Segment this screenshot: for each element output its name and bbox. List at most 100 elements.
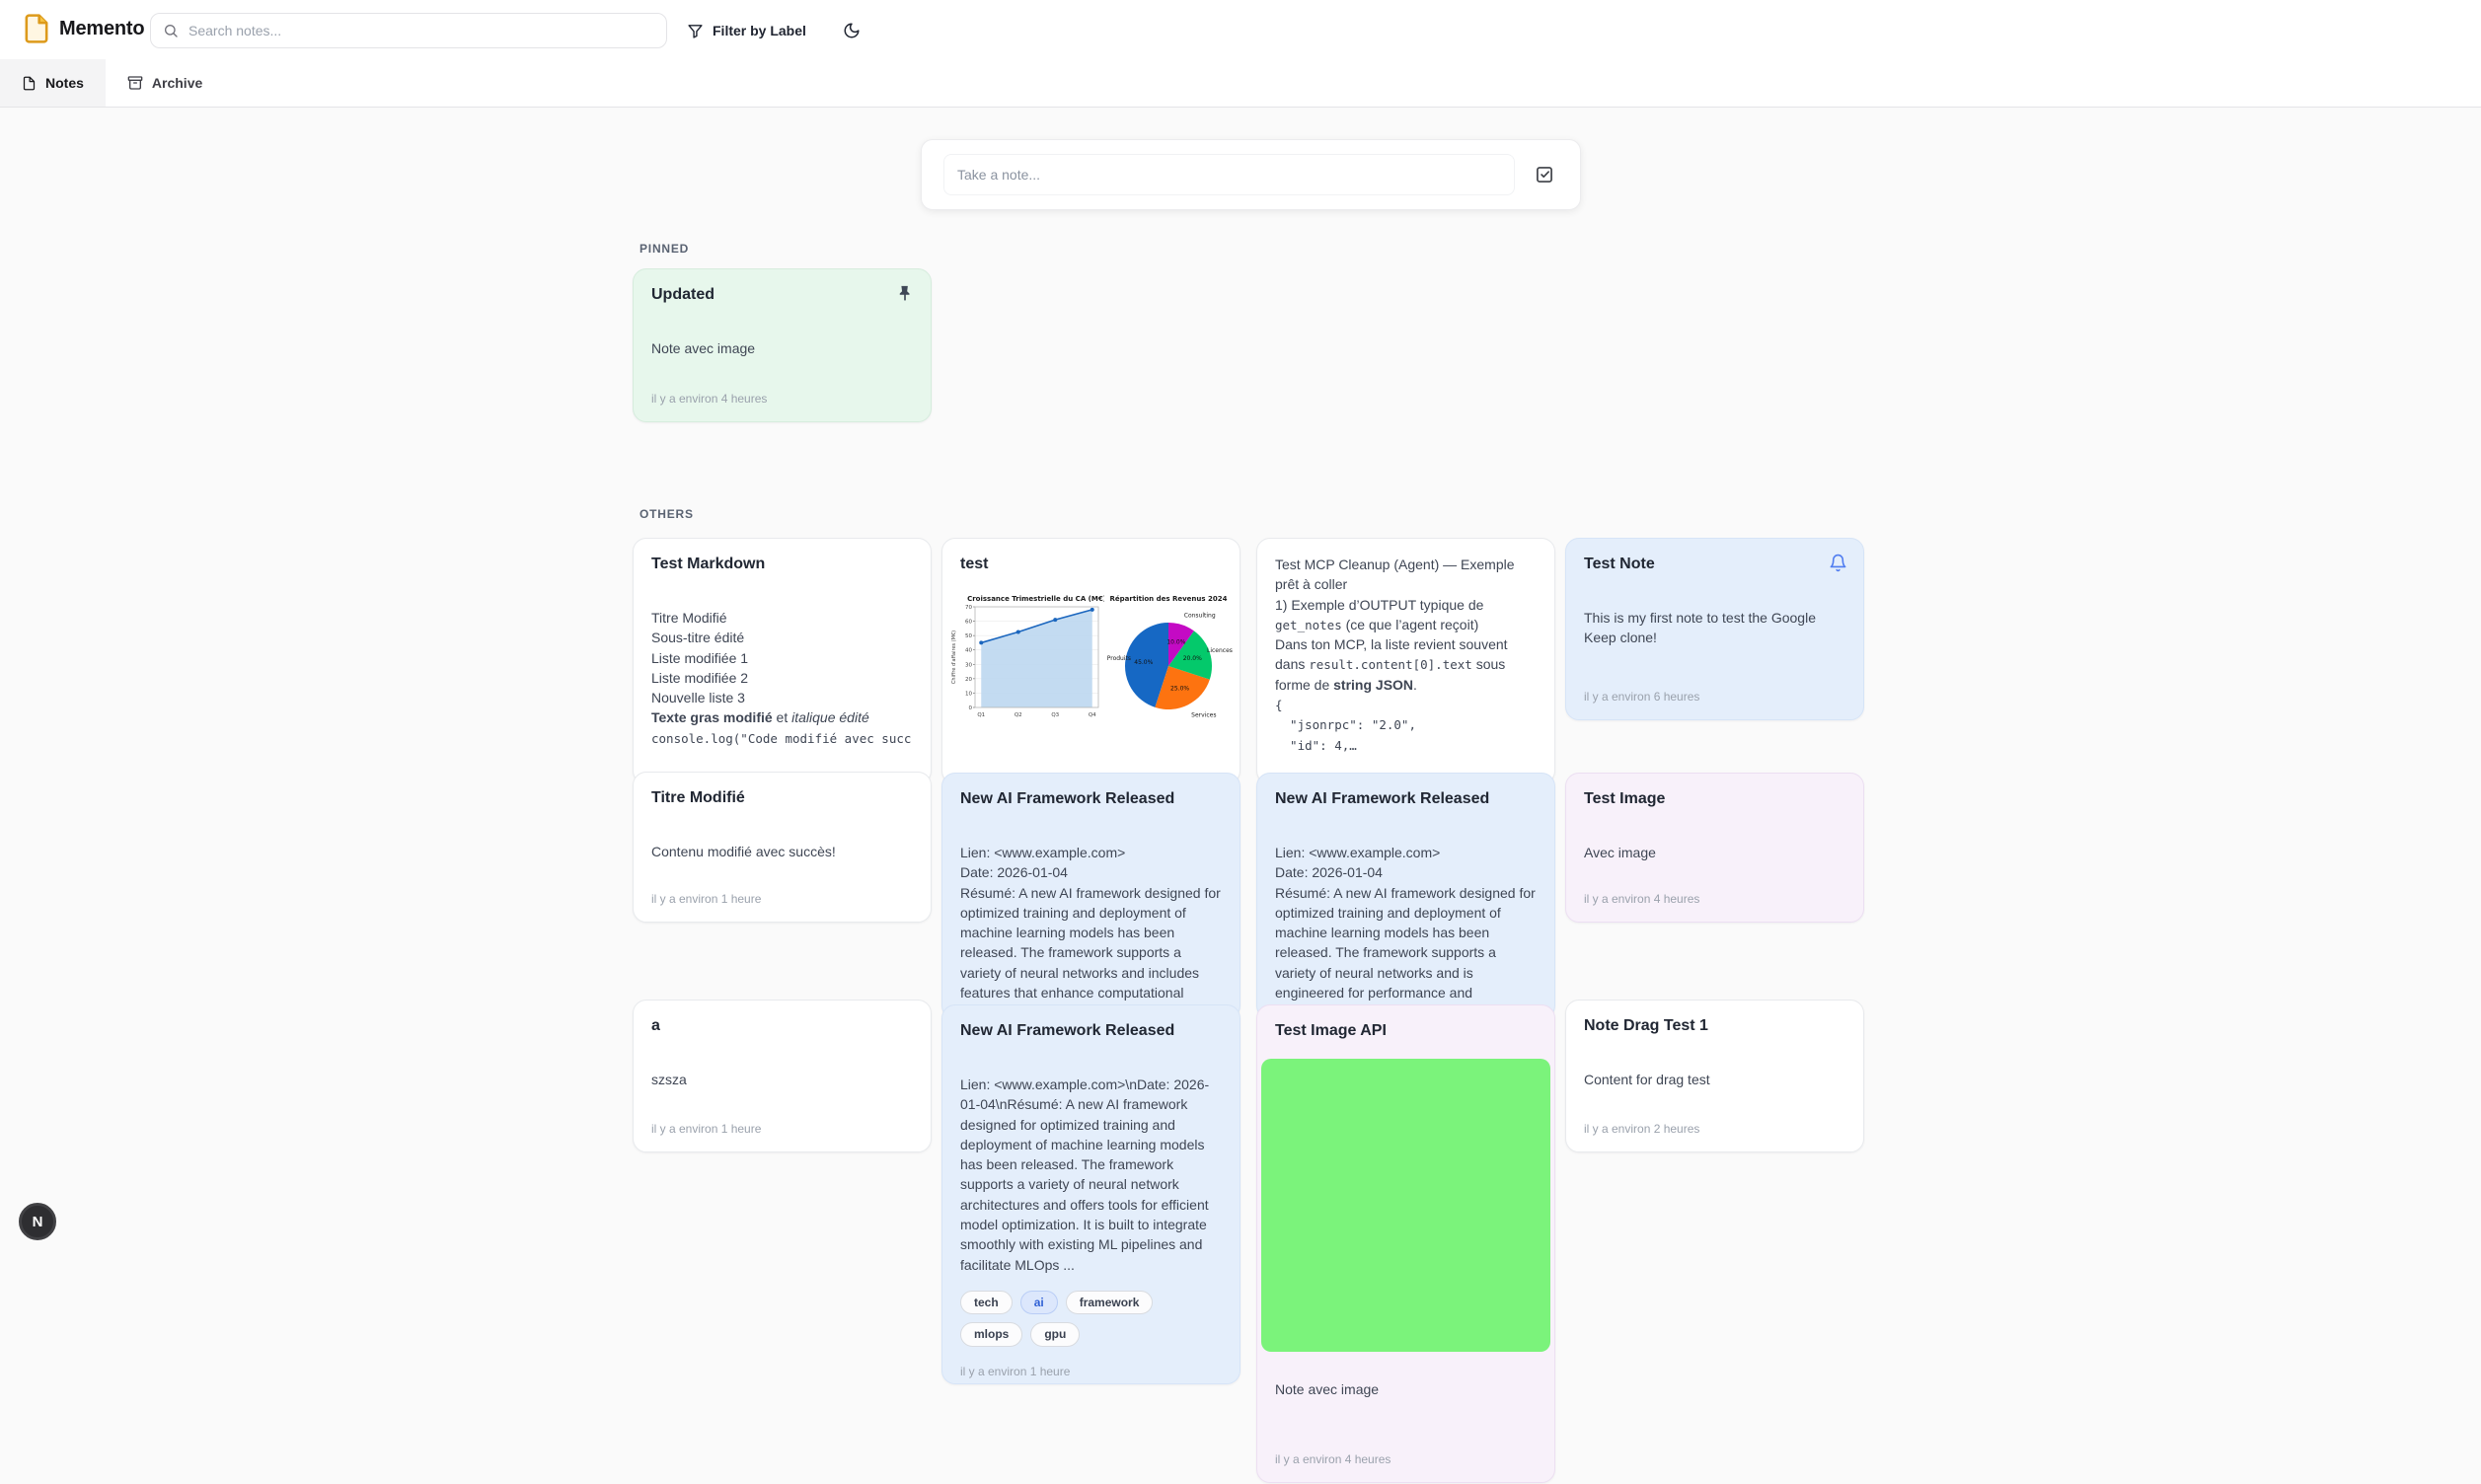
note-title: Test Note xyxy=(1584,555,1845,574)
note-title: New AI Framework Released xyxy=(960,1021,1222,1041)
tag-gpu[interactable]: gpu xyxy=(1030,1322,1080,1346)
pinned-section-label: PINNED xyxy=(639,242,689,256)
svg-text:30: 30 xyxy=(965,662,972,668)
note-title: test xyxy=(960,555,1222,574)
dark-mode-toggle[interactable] xyxy=(837,16,866,45)
svg-text:25.0%: 25.0% xyxy=(1170,686,1189,693)
note-body: Titre Modifié Sous-titre édité Liste mod… xyxy=(651,608,913,748)
note-card-test-image-api[interactable]: Test Image API Note avec image il y a en… xyxy=(1256,1004,1555,1483)
note-card-a[interactable]: a szsza il y a environ 1 heure xyxy=(633,1000,932,1152)
search-icon xyxy=(163,23,179,38)
note-timestamp: il y a environ 2 heures xyxy=(1584,1108,1845,1136)
note-title: Test Image xyxy=(1584,789,1845,809)
note-timestamp: il y a environ 1 heure xyxy=(651,1108,913,1136)
svg-text:40: 40 xyxy=(965,648,972,654)
svg-text:20: 20 xyxy=(965,677,972,683)
memento-app: Memento Filter by Label Notes xyxy=(0,0,2481,1484)
archive-icon xyxy=(127,75,143,91)
note-card-test-note[interactable]: Test Note This is my first note to test … xyxy=(1565,538,1864,720)
note-card-test-charts[interactable]: test 010203040506070Q1Q2Q3Q4Chiffre d'af… xyxy=(941,538,1240,784)
note-body: Note avec image xyxy=(1275,1379,1537,1399)
note-composer xyxy=(921,139,1581,210)
note-timestamp: il y a environ 4 heures xyxy=(1584,878,1845,906)
app-logo-note-icon xyxy=(24,14,49,43)
svg-text:Services: Services xyxy=(1191,711,1216,718)
filter-by-label-button[interactable]: Filter by Label xyxy=(681,14,812,47)
svg-text:60: 60 xyxy=(965,620,972,626)
note-card-new-ai-framework-1[interactable]: New AI Framework Released Lien: <www.exa… xyxy=(941,773,1240,1019)
moon-icon xyxy=(843,22,861,39)
note-card-titre-modifie[interactable]: Titre Modifié Contenu modifié avec succè… xyxy=(633,772,932,923)
svg-text:20.0%: 20.0% xyxy=(1183,655,1202,662)
file-icon xyxy=(22,76,37,91)
note-card-test-mcp-cleanup[interactable]: Test MCP Cleanup (Agent) — Exemple prêt … xyxy=(1256,538,1555,784)
note-title: New AI Framework Released xyxy=(1275,789,1537,809)
check-square-icon xyxy=(1535,165,1554,185)
svg-text:70: 70 xyxy=(965,605,972,611)
note-title: New AI Framework Released xyxy=(960,789,1222,809)
take-a-note-input[interactable] xyxy=(943,154,1515,195)
note-timestamp: il y a environ 6 heures xyxy=(1584,676,1845,704)
note-body: Lien: <www.example.com> Date: 2026-01-04… xyxy=(1275,843,1537,1002)
brand: Memento xyxy=(24,14,144,43)
svg-text:Q4: Q4 xyxy=(1089,712,1096,718)
svg-text:Chiffre d'affaires (M€): Chiffre d'affaires (M€) xyxy=(951,631,957,684)
svg-text:Q2: Q2 xyxy=(1015,712,1022,718)
search-box xyxy=(150,13,667,48)
svg-text:10: 10 xyxy=(965,691,972,697)
tab-archive[interactable]: Archive xyxy=(106,59,224,107)
tag-mlops[interactable]: mlops xyxy=(960,1322,1022,1346)
svg-text:Consulting: Consulting xyxy=(1184,612,1216,619)
note-body: Content for drag test xyxy=(1584,1070,1845,1089)
app-header: Memento Filter by Label xyxy=(0,0,2481,59)
note-timestamp: il y a environ 4 heures xyxy=(1275,1439,1537,1466)
note-card-new-ai-framework-2[interactable]: New AI Framework Released Lien: <www.exa… xyxy=(1256,773,1555,1019)
note-card-new-ai-framework-tags[interactable]: New AI Framework Released Lien: <www.exa… xyxy=(941,1004,1240,1384)
note-chart-images: 010203040506070Q1Q2Q3Q4Chiffre d'affaire… xyxy=(948,592,1234,730)
filter-by-label-text: Filter by Label xyxy=(713,23,806,38)
reminder-button[interactable] xyxy=(1825,550,1850,575)
tab-archive-label: Archive xyxy=(152,75,202,91)
note-body: This is my first note to test the Google… xyxy=(1584,608,1845,648)
tag-tech[interactable]: tech xyxy=(960,1291,1013,1314)
note-body: Note avec image xyxy=(651,338,913,358)
note-card-note-drag-test[interactable]: Note Drag Test 1 Content for drag test i… xyxy=(1565,1000,1864,1152)
note-body: Lien: <www.example.com> Date: 2026-01-04… xyxy=(960,843,1222,1002)
tab-notes-label: Notes xyxy=(45,75,84,91)
note-title: Titre Modifié xyxy=(651,788,913,808)
svg-text:Répartition des Revenus 2024: Répartition des Revenus 2024 xyxy=(1110,595,1228,603)
svg-text:Q3: Q3 xyxy=(1051,712,1059,718)
others-section-label: OTHERS xyxy=(639,507,694,521)
note-card-test-image[interactable]: Test Image Avec image il y a environ 4 h… xyxy=(1565,773,1864,923)
user-avatar[interactable]: N xyxy=(19,1203,56,1240)
note-title: Test Image API xyxy=(1275,1021,1537,1041)
line-chart-image: 010203040506070Q1Q2Q3Q4Chiffre d'affaire… xyxy=(948,592,1104,730)
note-card-test-markdown[interactable]: Test Markdown Titre Modifié Sous-titre é… xyxy=(633,538,932,784)
tab-notes[interactable]: Notes xyxy=(0,59,106,107)
note-title: Note Drag Test 1 xyxy=(1584,1016,1845,1036)
svg-text:Produits: Produits xyxy=(1107,655,1131,662)
note-tags: tech ai framework mlops gpu xyxy=(960,1275,1222,1347)
note-title: a xyxy=(651,1016,913,1036)
funnel-icon xyxy=(687,23,704,39)
note-timestamp: il y a environ 4 heures xyxy=(651,378,913,406)
note-timestamp: il y a environ 1 heure xyxy=(651,878,913,906)
note-image-green xyxy=(1261,1059,1550,1352)
note-body: Lien: <www.example.com>\nDate: 2026-01-0… xyxy=(960,1075,1222,1275)
tag-ai[interactable]: ai xyxy=(1020,1291,1058,1314)
svg-text:10.0%: 10.0% xyxy=(1166,639,1185,646)
search-input[interactable] xyxy=(187,22,654,39)
note-timestamp: il y a environ 1 heure xyxy=(960,1347,1222,1378)
app-title: Memento xyxy=(59,18,144,40)
svg-text:Licences: Licences xyxy=(1207,647,1233,654)
svg-text:50: 50 xyxy=(965,633,972,639)
new-checklist-button[interactable] xyxy=(1531,161,1558,188)
note-title: Test Markdown xyxy=(651,555,913,574)
tag-framework[interactable]: framework xyxy=(1066,1291,1154,1314)
pin-button[interactable] xyxy=(892,280,918,306)
svg-text:Q1: Q1 xyxy=(977,712,985,718)
note-body: Test MCP Cleanup (Agent) — Exemple prêt … xyxy=(1275,555,1537,755)
notes-grid: Test Markdown Titre Modifié Sous-titre é… xyxy=(633,538,1866,1484)
note-card-updated[interactable]: Updated Note avec image il y a environ 4… xyxy=(633,268,932,422)
note-body: szsza xyxy=(651,1070,913,1089)
